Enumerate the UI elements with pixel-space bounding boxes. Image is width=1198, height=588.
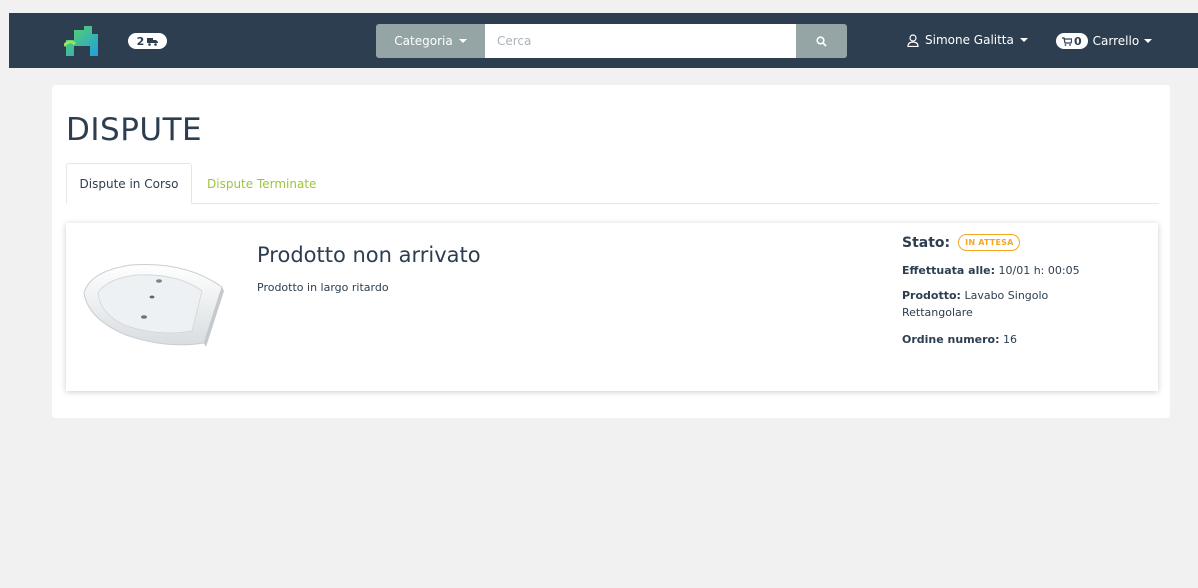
date-label: Effettuata alle: (902, 264, 995, 277)
delivery-count: 2 (136, 34, 145, 48)
order-line: Ordine numero: 16 (902, 331, 1102, 348)
cart-menu[interactable]: 0 Carrello (1056, 33, 1153, 49)
cart-count: 0 (1074, 34, 1082, 48)
dispute-info: Stato: IN ATTESA Effettuata alle: 10/01 … (902, 234, 1102, 348)
order-value: 16 (1003, 333, 1018, 346)
main-panel: DISPUTE Dispute in Corso Dispute Termina… (52, 85, 1170, 418)
user-icon (907, 33, 919, 47)
cart-badge: 0 (1056, 33, 1088, 49)
dispute-description: Prodotto in largo ritardo (257, 281, 389, 294)
top-navbar: 2 Categoria Simone Galitta (9, 13, 1198, 68)
page-title: DISPUTE (66, 112, 203, 148)
product-line: Prodotto: Lavabo Singolo Rettangolare (902, 287, 1102, 321)
user-name: Simone Galitta (925, 33, 1014, 47)
user-menu[interactable]: Simone Galitta (907, 33, 1028, 47)
status-badge: IN ATTESA (958, 234, 1021, 251)
search-bar: Categoria (376, 24, 847, 58)
category-label: Categoria (394, 34, 453, 48)
search-icon (816, 35, 827, 47)
chevron-down-icon (1019, 38, 1028, 42)
delivery-badge[interactable]: 2 (128, 33, 167, 49)
dispute-title: Prodotto non arrivato (257, 243, 481, 267)
house-logo-icon[interactable] (64, 26, 100, 56)
cart-icon (1062, 36, 1072, 46)
product-label: Prodotto: (902, 289, 961, 302)
date-line: Effettuata alle: 10/01 h: 00:05 (902, 262, 1102, 279)
dispute-tabs: Dispute in Corso Dispute Terminate (66, 163, 1159, 204)
truck-icon (147, 37, 159, 46)
tab-dispute-in-corso[interactable]: Dispute in Corso (66, 163, 192, 204)
search-input[interactable] (485, 24, 796, 58)
stato-row: Stato: IN ATTESA (902, 234, 1102, 251)
order-label: Ordine numero: (902, 333, 1000, 346)
chevron-down-icon (458, 39, 467, 43)
date-value: 10/01 h: 00:05 (998, 264, 1080, 277)
category-dropdown-button[interactable]: Categoria (376, 24, 485, 58)
tab-dispute-terminate[interactable]: Dispute Terminate (207, 163, 316, 204)
search-button[interactable] (796, 24, 847, 58)
cart-label: Carrello (1092, 34, 1140, 48)
stato-label: Stato: (902, 234, 951, 251)
chevron-down-icon (1144, 39, 1153, 43)
dispute-card[interactable]: Prodotto non arrivato Prodotto in largo … (66, 223, 1158, 391)
product-image (83, 264, 224, 347)
